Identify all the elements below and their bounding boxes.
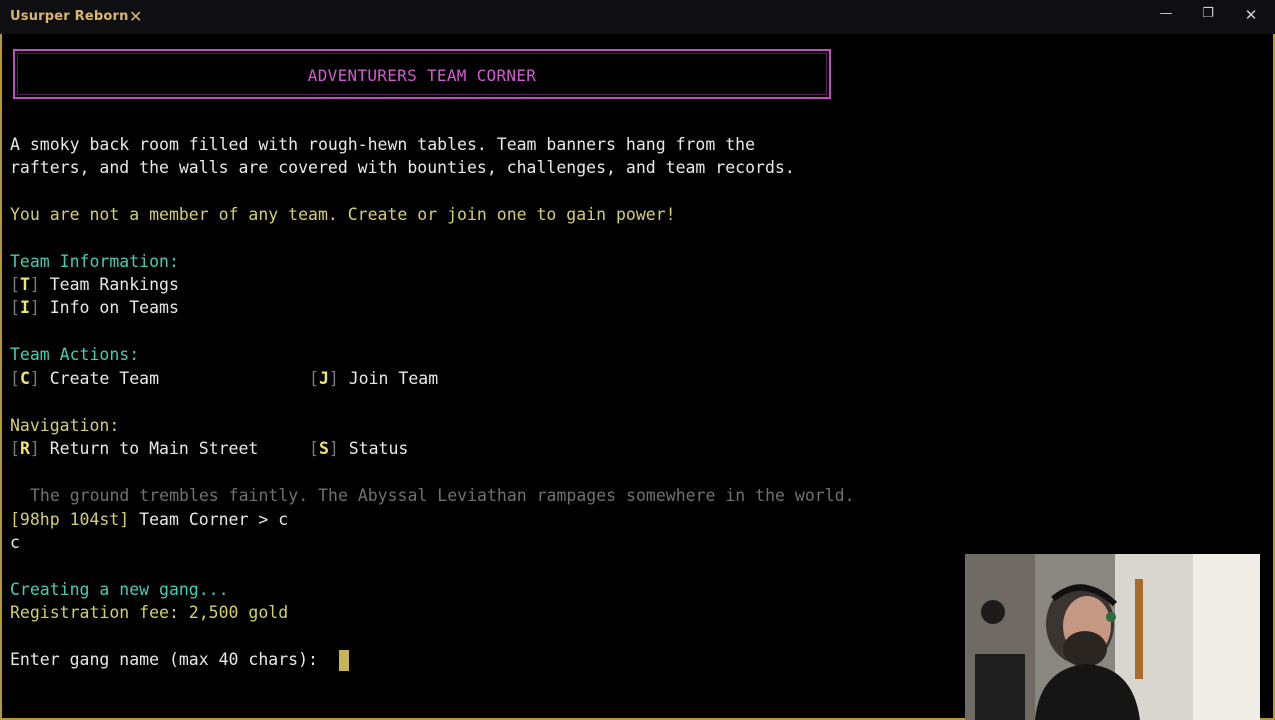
menu-key: R bbox=[19, 439, 30, 458]
minimize-icon[interactable]: — bbox=[1155, 6, 1177, 26]
input-echo: c bbox=[10, 533, 20, 552]
menu-item-create-team[interactable]: [C] Create Team bbox=[10, 369, 159, 389]
menu-label: Return to Main Street bbox=[49, 439, 259, 458]
title-bar: Usurper Reborn ✕ — ❐ ✕ bbox=[0, 0, 1275, 34]
close-window-icon[interactable]: ✕ bbox=[1240, 6, 1262, 26]
menu-label: Status bbox=[348, 439, 409, 458]
creation-status: Creating a new gang... bbox=[10, 580, 229, 599]
banner-title: ADVENTURERS TEAM CORNER bbox=[307, 66, 537, 85]
menu-item-join-team[interactable]: [J] Join Team bbox=[309, 369, 438, 389]
registration-fee: Registration fee: 2,500 gold bbox=[10, 603, 289, 622]
webcam-overlay bbox=[965, 554, 1260, 720]
location-banner: ADVENTURERS TEAM CORNER bbox=[13, 49, 831, 99]
text-cursor[interactable] bbox=[339, 650, 349, 671]
menu-item-info-on-teams[interactable]: [I] Info on Teams bbox=[10, 298, 179, 318]
world-event-message: The ground trembles faintly. The Abyssal… bbox=[30, 486, 855, 505]
menu-item-team-rankings[interactable]: [T] Team Rankings bbox=[10, 275, 179, 295]
menu-item-status[interactable]: [S] Status bbox=[309, 439, 408, 459]
menu-key: T bbox=[19, 275, 30, 294]
tab-title[interactable]: Usurper Reborn bbox=[10, 9, 129, 27]
gang-name-prompt: Enter gang name (max 40 chars): bbox=[10, 650, 328, 669]
description-line-1: A smoky back room filled with rough-hewn… bbox=[10, 135, 756, 154]
webcam-image bbox=[965, 554, 1260, 720]
player-stats: [98hp 104st] bbox=[10, 510, 130, 529]
command-prompt: [98hp 104st] Team Corner > c bbox=[10, 510, 288, 530]
tab-close-icon[interactable]: ✕ bbox=[129, 7, 142, 26]
menu-key: J bbox=[318, 369, 329, 388]
menu-label: Join Team bbox=[348, 369, 439, 388]
menu-key: I bbox=[19, 298, 30, 317]
menu-key: C bbox=[19, 369, 30, 388]
navigation-header: Navigation: bbox=[10, 416, 120, 435]
description-line-2: rafters, and the walls are covered with … bbox=[10, 158, 795, 177]
menu-key: S bbox=[318, 439, 329, 458]
prompt-location: Team Corner > c bbox=[139, 510, 289, 529]
menu-label: Create Team bbox=[49, 369, 160, 388]
menu-label: Team Rankings bbox=[49, 275, 179, 294]
menu-label: Info on Teams bbox=[49, 298, 179, 317]
team-actions-header: Team Actions: bbox=[10, 345, 140, 364]
menu-item-return-main-street[interactable]: [R] Return to Main Street bbox=[10, 439, 258, 459]
team-membership-notice: You are not a member of any team. Create… bbox=[10, 205, 676, 224]
restore-icon[interactable]: ❐ bbox=[1197, 6, 1219, 26]
team-information-header: Team Information: bbox=[10, 252, 179, 271]
